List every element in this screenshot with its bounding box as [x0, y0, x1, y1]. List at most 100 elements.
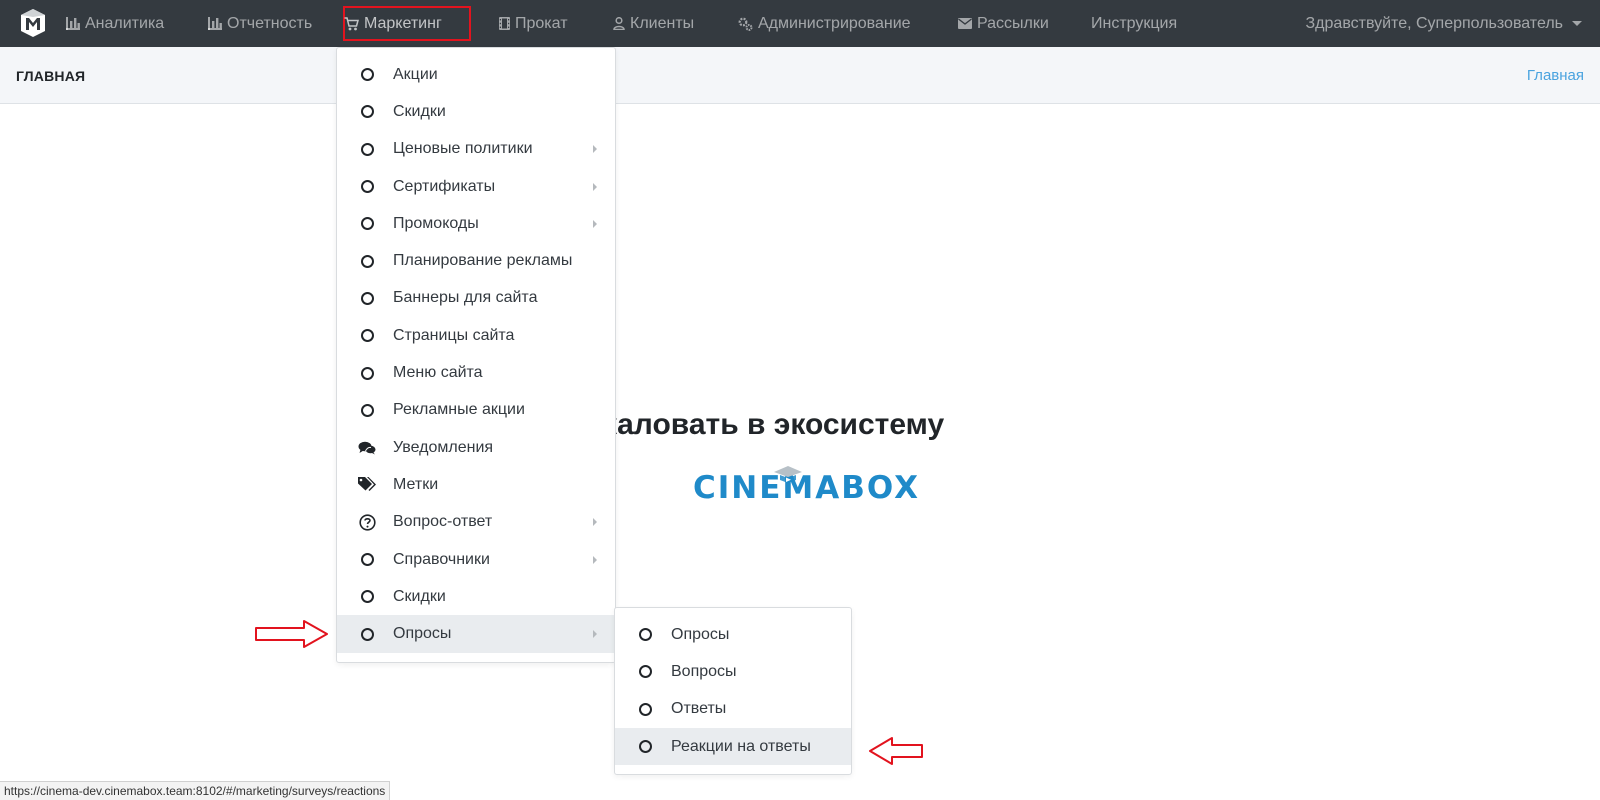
nav-mailings[interactable]: Рассылки — [958, 0, 1049, 47]
caret-right-icon — [593, 555, 597, 564]
menu-item-directories[interactable]: Справочники — [337, 541, 615, 578]
nav-rental-label: Прокат — [515, 14, 568, 32]
circle-icon — [357, 214, 377, 234]
nav-reports-label: Отчетность — [227, 14, 313, 32]
nav-mailings-label: Рассылки — [977, 14, 1049, 32]
nav-instructions[interactable]: Инструкция — [1091, 0, 1177, 47]
caret-right-icon — [593, 518, 597, 527]
menu-item-promocodes[interactable]: Промокоды — [337, 205, 615, 242]
brand-wordmark: CINEMABOX — [693, 470, 921, 506]
menu-item-label: Вопрос-ответ — [393, 513, 493, 531]
marketing-dropdown-menu: Акции Скидки Ценовые политики Сертификат… — [336, 47, 616, 663]
menu-item-ad-campaigns[interactable]: Рекламные акции — [337, 392, 615, 429]
menu-item-label: Скидки — [393, 587, 446, 605]
user-greeting: Здравствуйте, Суперпользователь — [1305, 14, 1563, 32]
menu-item-label: Справочники — [393, 550, 490, 568]
bar-chart-icon — [208, 17, 222, 30]
menu-item-surveys[interactable]: Опросы — [337, 615, 615, 653]
nav-marketing-label: Маркетинг — [364, 14, 442, 32]
circle-icon — [635, 625, 655, 645]
caret-right-icon — [593, 145, 597, 154]
nav-clients[interactable]: Клиенты — [613, 0, 694, 47]
cinemabox-box-icon — [774, 466, 802, 483]
gears-icon — [738, 17, 753, 31]
circle-icon — [357, 363, 377, 383]
circle-icon — [357, 326, 377, 346]
menu-item-label: Опросы — [393, 625, 452, 643]
menu-item-faq[interactable]: Вопрос-ответ — [337, 504, 615, 541]
submenu-item-answer-reactions[interactable]: Реакции на ответы — [615, 727, 851, 766]
circle-icon — [635, 737, 655, 757]
menu-item-discounts[interactable]: Скидки — [337, 93, 615, 130]
menu-item-tags[interactable]: Метки — [337, 466, 615, 503]
circle-icon — [357, 587, 377, 607]
user-menu-toggle[interactable]: Здравствуйте, Суперпользователь — [1306, 0, 1582, 47]
submenu-item-answers[interactable]: Ответы — [615, 691, 851, 728]
circle-icon — [357, 251, 377, 271]
nav-marketing[interactable]: Маркетинг — [344, 0, 442, 47]
menu-item-notifications[interactable]: Уведомления — [337, 429, 615, 466]
browser-status-bar-url: https://cinema-dev.cinemabox.team:8102/#… — [0, 781, 391, 800]
nav-administration[interactable]: Администрирование — [738, 0, 911, 47]
menu-item-label: Баннеры для сайта — [393, 289, 538, 307]
circle-icon — [357, 139, 377, 159]
user-icon — [613, 17, 625, 30]
menu-item-label: Страницы сайта — [393, 326, 515, 344]
circle-icon — [357, 65, 377, 85]
chevron-down-icon — [1572, 21, 1582, 26]
content-header: ГЛАВНАЯ Главная — [0, 47, 1600, 104]
menu-item-label: Рекламные акции — [393, 401, 525, 419]
menu-item-label: Метки — [393, 475, 439, 493]
menu-item-discounts-2[interactable]: Скидки — [337, 578, 615, 615]
submenu-item-questions[interactable]: Вопросы — [615, 653, 851, 690]
cinemabox-logo: CINEMABOX — [693, 466, 918, 510]
nav-analytics[interactable]: Аналитика — [66, 0, 164, 47]
bar-chart-icon — [66, 17, 80, 30]
caret-right-icon — [593, 219, 597, 228]
menu-item-label: Промокоды — [393, 214, 479, 232]
envelope-icon — [958, 18, 972, 29]
surveys-submenu: Опросы Вопросы Ответы Реакции на ответы — [614, 607, 852, 775]
circle-icon — [357, 400, 377, 420]
menu-item-label: Ответы — [671, 700, 727, 718]
menu-item-label: Ценовые политики — [393, 140, 533, 158]
menu-item-ad-planning[interactable]: Планирование рекламы — [337, 242, 615, 279]
menu-item-label: Опросы — [671, 625, 730, 643]
arrow-right-annotation-icon — [255, 620, 328, 648]
top-navbar: Аналитика Отчетность Маркетинг Прокат Кл… — [0, 0, 1600, 47]
menu-item-label: Реакции на ответы — [671, 737, 811, 755]
circle-icon — [635, 662, 655, 682]
tags-icon — [357, 475, 377, 495]
comments-icon — [357, 438, 377, 458]
menu-item-site-pages[interactable]: Страницы сайта — [337, 317, 615, 354]
menu-item-label: Акции — [393, 65, 438, 83]
menu-item-label: Планирование рекламы — [393, 252, 573, 270]
caret-right-icon — [593, 630, 597, 639]
cart-icon — [344, 16, 359, 30]
menu-item-label: Меню сайта — [393, 364, 483, 382]
menu-item-label: Уведомления — [393, 438, 494, 456]
menu-item-label: Сертификаты — [393, 177, 496, 195]
menu-item-price-policies[interactable]: Ценовые политики — [337, 131, 615, 168]
caret-right-icon — [593, 182, 597, 191]
menu-item-promotions[interactable]: Акции — [337, 56, 615, 93]
circle-icon — [357, 102, 377, 122]
circle-icon — [635, 699, 655, 719]
breadcrumb-home-link[interactable]: Главная — [1527, 67, 1584, 84]
circle-icon — [357, 288, 377, 308]
menu-item-site-menu[interactable]: Меню сайта — [337, 354, 615, 391]
arrow-left-annotation-icon — [869, 737, 923, 765]
menu-item-certificates[interactable]: Сертификаты — [337, 168, 615, 205]
nav-rental[interactable]: Прокат — [499, 0, 568, 47]
submenu-item-surveys[interactable]: Опросы — [615, 616, 851, 653]
circle-icon — [357, 624, 377, 644]
circle-icon — [357, 550, 377, 570]
app-logo-icon[interactable] — [20, 8, 46, 38]
film-icon — [499, 17, 510, 30]
nav-reports[interactable]: Отчетность — [208, 0, 312, 47]
menu-item-site-banners[interactable]: Баннеры для сайта — [337, 280, 615, 317]
menu-item-label: Скидки — [393, 102, 446, 120]
question-circle-icon — [357, 512, 377, 532]
nav-analytics-label: Аналитика — [85, 14, 165, 32]
menu-item-label: Вопросы — [671, 662, 737, 680]
